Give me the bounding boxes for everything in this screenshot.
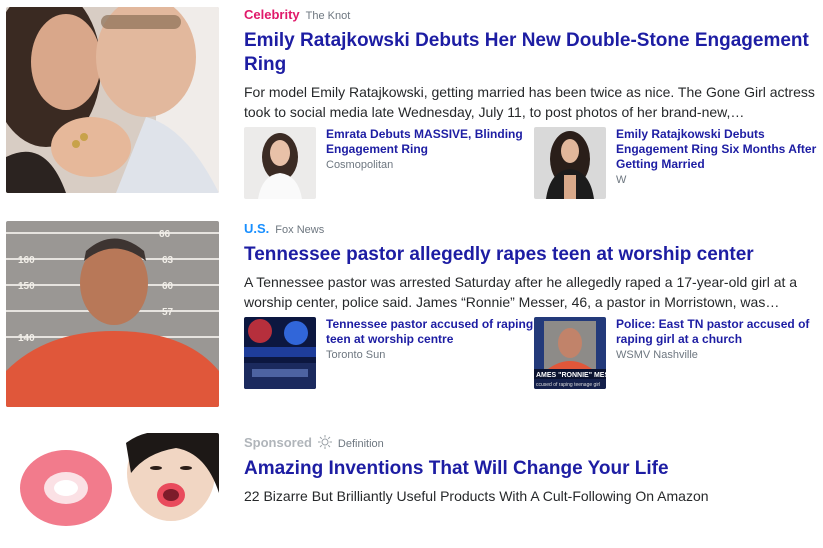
related-thumbnail[interactable] (244, 317, 316, 389)
sponsor-logo-icon (317, 435, 332, 449)
story-headline[interactable]: Tennessee pastor allegedly rapes teen at… (244, 243, 819, 267)
height-mark: 66 (159, 229, 171, 240)
story-item[interactable]: 66 160 63 150 60 57 140 U.S. Fox News Ten… (0, 214, 823, 414)
related-headline[interactable]: Police: East TN pastor accused of raping… (616, 317, 823, 347)
svg-text:AMES "RONNIE" MES: AMES "RONNIE" MES (536, 372, 606, 379)
related-thumbnail[interactable]: AMES "RONNIE" MES ccused of raping teena… (534, 317, 606, 389)
story-meta: Celebrity The Knot (244, 7, 819, 23)
related-headline[interactable]: Emily Ratajkowski Debuts Engagement Ring… (616, 127, 823, 172)
story-summary: A Tennessee pastor was arrested Saturday… (244, 274, 798, 310)
mugshot-photo-icon: 66 160 63 150 60 57 140 (6, 221, 219, 407)
story-summary: For model Emily Ratajkowski, getting mar… (244, 84, 815, 120)
related-story[interactable]: Emily Ratajkowski Debuts Engagement Ring… (534, 127, 823, 199)
related-source: Cosmopolitan (326, 159, 394, 171)
height-mark: 140 (18, 333, 35, 344)
sponsored-summary: 22 Bizarre But Brilliantly Useful Produc… (244, 488, 709, 504)
source-label: The Knot (305, 10, 351, 22)
category-label[interactable]: U.S. (244, 221, 269, 236)
svg-text:ccused of raping teenage girl: ccused of raping teenage girl (536, 382, 600, 388)
related-source: Toronto Sun (326, 349, 386, 361)
related-source: W (616, 174, 627, 186)
sponsor-source[interactable]: Definition (338, 438, 384, 450)
height-mark: 63 (162, 255, 174, 266)
related-headline[interactable]: Emrata Debuts MASSIVE, Blinding Engageme… (326, 127, 536, 157)
category-label[interactable]: Celebrity (244, 7, 300, 22)
couple-photo-icon (6, 7, 219, 193)
related-story[interactable]: Emrata Debuts MASSIVE, Blinding Engageme… (244, 127, 534, 199)
related-story[interactable]: Tennessee pastor accused of raping teen … (244, 317, 534, 389)
story-headline[interactable]: Emily Ratajkowski Debuts Her New Double-… (244, 29, 819, 77)
height-mark: 60 (162, 281, 174, 292)
related-story[interactable]: AMES "RONNIE" MES ccused of raping teena… (534, 317, 823, 389)
police-lights-photo-icon (244, 317, 316, 389)
related-source: WSMV Nashville (616, 349, 698, 361)
woman-photo-icon (244, 127, 316, 199)
related-thumbnail[interactable] (534, 127, 606, 199)
sponsored-meta: Sponsored Definition (244, 435, 819, 451)
lips-photo-icon (6, 433, 219, 543)
source-label: Fox News (275, 224, 325, 236)
story-thumbnail[interactable] (6, 7, 219, 193)
sponsored-label: Sponsored (244, 435, 312, 450)
sponsored-item[interactable]: Sponsored Definition Amazing Inventions T… (0, 428, 823, 548)
story-item[interactable]: Celebrity The Knot Emily Ratajkowski Debu… (0, 0, 823, 200)
height-mark: 150 (18, 281, 35, 292)
height-mark: 57 (162, 307, 174, 318)
height-mark: 160 (18, 255, 35, 266)
story-thumbnail[interactable]: 66 160 63 150 60 57 140 (6, 221, 219, 407)
sponsored-thumbnail[interactable] (6, 433, 219, 543)
news-mugshot-photo-icon: AMES "RONNIE" MES ccused of raping teena… (534, 317, 606, 389)
related-headline[interactable]: Tennessee pastor accused of raping teen … (326, 317, 536, 347)
woman-dark-photo-icon (534, 127, 606, 199)
sponsored-headline[interactable]: Amazing Inventions That Will Change Your… (244, 457, 819, 481)
related-thumbnail[interactable] (244, 127, 316, 199)
story-meta: U.S. Fox News (244, 221, 819, 237)
